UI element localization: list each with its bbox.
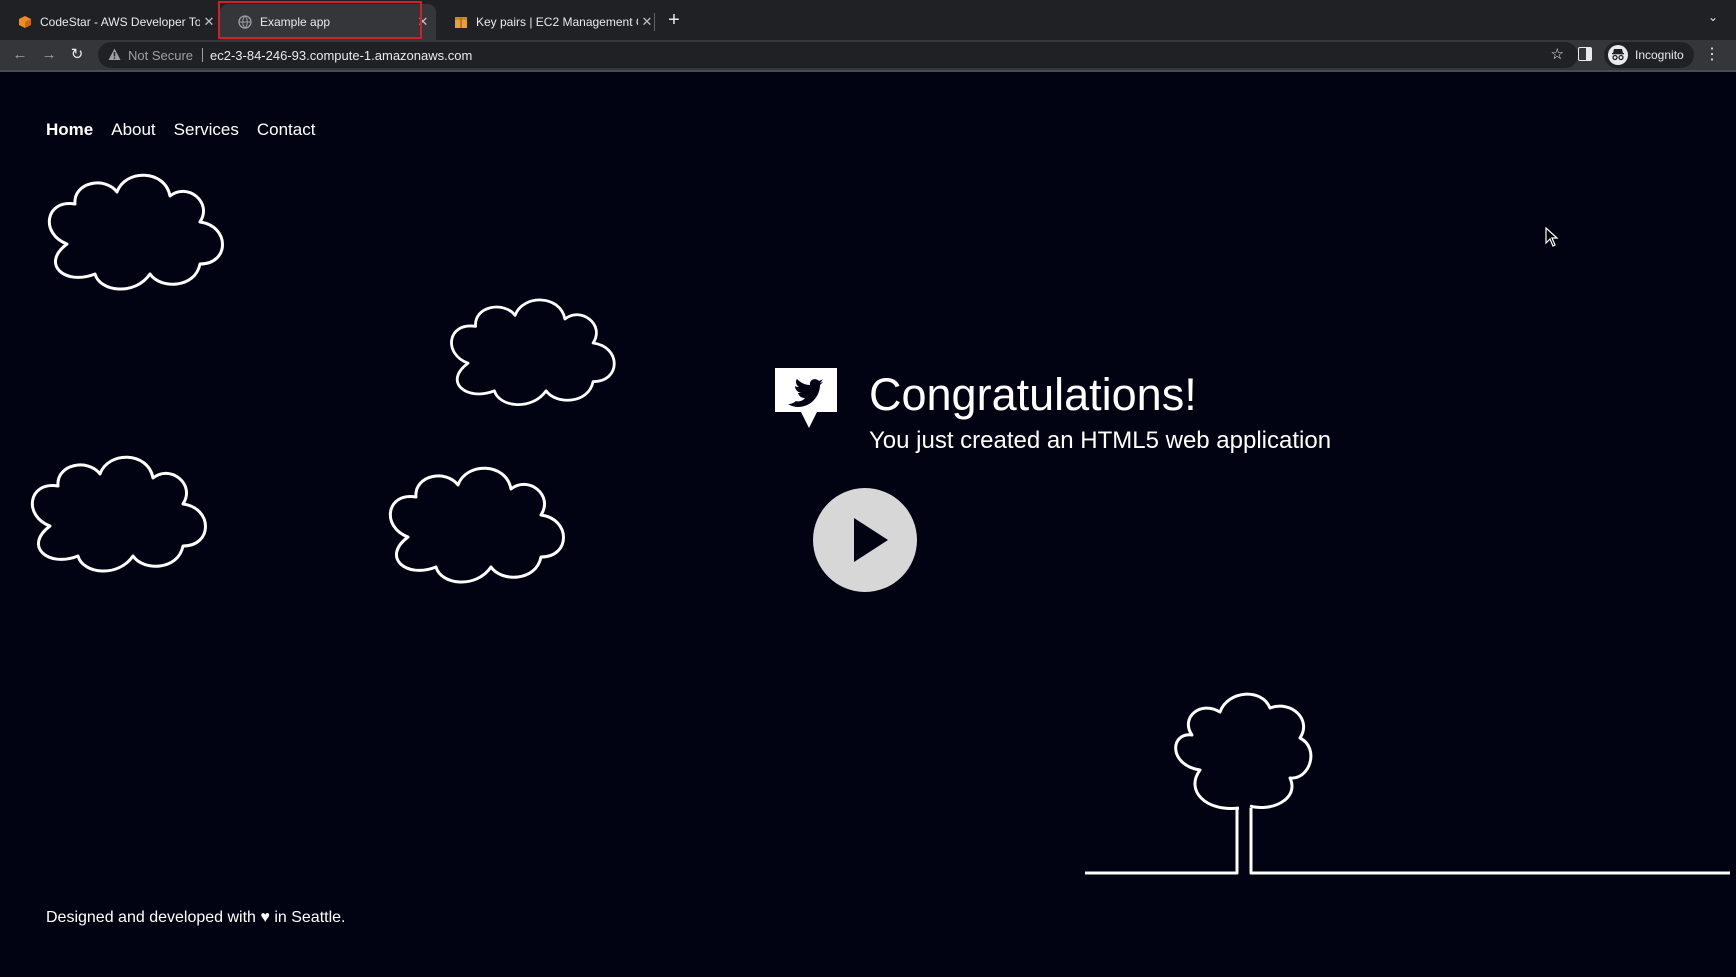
- close-tab-icon[interactable]: ✕: [200, 14, 218, 30]
- mouse-cursor-icon: [1545, 227, 1559, 247]
- cloud-4: [388, 466, 565, 584]
- tab-separator: [654, 13, 655, 31]
- close-tab-icon[interactable]: ✕: [414, 14, 432, 30]
- tab-example-app[interactable]: Example app ✕: [220, 4, 436, 40]
- url-text[interactable]: ec2-3-84-246-93.compute-1.amazonaws.com: [210, 48, 472, 63]
- browser-toolbar: ← → ↻ Not Secure ec2-3-84-246-93.compute…: [0, 40, 1736, 70]
- side-panel-icon[interactable]: [1578, 47, 1592, 61]
- security-status[interactable]: Not Secure: [128, 48, 193, 63]
- cloud-3: [30, 455, 207, 573]
- tab-codestar[interactable]: CodeStar - AWS Developer Tools ✕: [0, 4, 218, 40]
- menu-icon[interactable]: ⋮: [1704, 44, 1720, 64]
- tab-label: Key pairs | EC2 Management Console: [476, 15, 638, 29]
- play-button[interactable]: [813, 488, 917, 592]
- globe-icon: [238, 15, 252, 29]
- new-tab-button[interactable]: +: [663, 8, 685, 32]
- tab-label: Example app: [260, 15, 331, 29]
- back-icon[interactable]: ←: [9, 44, 31, 66]
- profile-button[interactable]: Incognito: [1604, 42, 1694, 68]
- page-footer: Designed and developed with ♥ in Seattle…: [46, 909, 346, 926]
- tab-search-button[interactable]: ⌄: [1704, 10, 1722, 30]
- tab-key-pairs[interactable]: Key pairs | EC2 Management Console ✕: [436, 4, 656, 40]
- page-subheadline: You just created an HTML5 web applicatio…: [869, 427, 1332, 454]
- tab-strip: CodeStar - AWS Developer Tools ✕ Example…: [0, 0, 1736, 40]
- warning-icon: [108, 48, 121, 60]
- address-bar[interactable]: Not Secure ec2-3-84-246-93.compute-1.ama…: [98, 42, 1578, 68]
- tree: [1085, 692, 1730, 875]
- reload-icon[interactable]: ↻: [66, 44, 88, 66]
- aws-cube-icon: [19, 16, 31, 28]
- incognito-icon: [1608, 45, 1628, 65]
- cloud-1: [47, 173, 224, 291]
- omnibox-divider: [202, 48, 203, 62]
- twitter-bubble-icon[interactable]: [775, 368, 837, 430]
- profile-label: Incognito: [1635, 48, 1684, 62]
- cloud-2: [450, 298, 616, 407]
- page-headline: Congratulations!: [869, 369, 1197, 420]
- ec2-box-icon: [455, 17, 467, 28]
- tab-label: CodeStar - AWS Developer Tools: [40, 15, 200, 29]
- forward-icon[interactable]: →: [38, 44, 60, 66]
- star-icon[interactable]: ☆: [1551, 45, 1564, 63]
